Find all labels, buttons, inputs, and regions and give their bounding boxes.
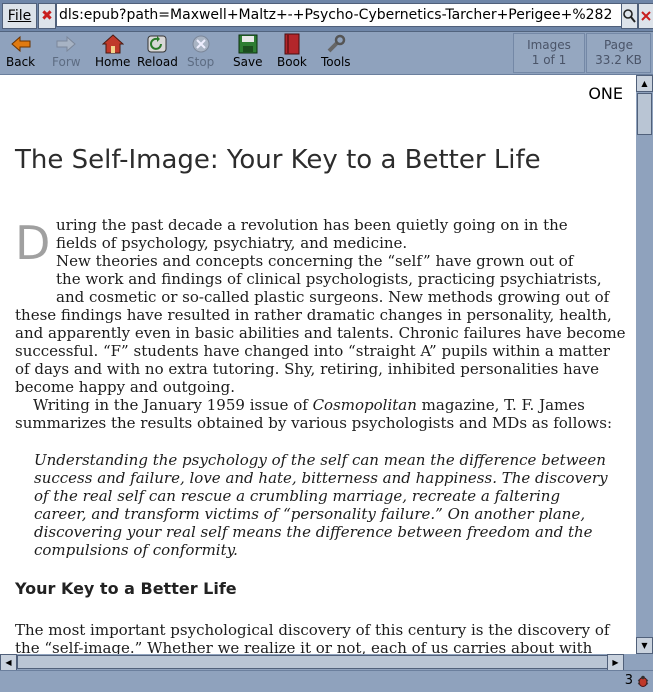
back-arrow-icon (10, 35, 31, 53)
home-button[interactable]: Home (95, 33, 130, 73)
tools-label: Tools (321, 55, 351, 69)
document-view[interactable]: ONE The Self-Image: Your Key to a Better… (0, 75, 636, 669)
back-button[interactable]: Back (6, 33, 35, 73)
scroll-up-button[interactable]: ▲ (636, 75, 653, 92)
home-label: Home (95, 55, 131, 69)
save-disk-icon (238, 34, 258, 54)
images-info-label: Images (527, 38, 571, 52)
paragraph-line: and cosmetic or so-called plastic surgeo… (56, 288, 610, 306)
book-icon (284, 33, 300, 55)
paragraph-line: the work and findings of clinical psycho… (56, 270, 602, 288)
scroll-down-button[interactable]: ▼ (636, 637, 653, 654)
scroll-left-button[interactable]: ◀ (0, 654, 17, 671)
block-quote: Understanding the psychology of the self… (34, 451, 608, 559)
search-icon (623, 9, 636, 23)
page-size-label: Page (603, 38, 634, 52)
book-label: Book (277, 55, 307, 69)
file-menu-label: File (7, 8, 32, 24)
url-bar: File ✖ dls:epub?path=Maxwell+Maltz+-+Psy… (0, 0, 653, 32)
home-icon (101, 34, 124, 54)
status-bar: 3 (0, 670, 653, 692)
section-heading: Your Key to a Better Life (15, 579, 237, 598)
url-input[interactable]: dls:epub?path=Maxwell+Maltz+-+Psycho-Cyb… (56, 3, 623, 27)
stop-label: Stop (187, 55, 215, 69)
images-info: Images 1 of 1 (513, 33, 585, 73)
forward-arrow-icon (56, 35, 77, 53)
page-title: The Self-Image: Your Key to a Better Lif… (15, 145, 541, 175)
forward-button[interactable]: Forw (52, 33, 81, 73)
images-info-value: 1 of 1 (531, 53, 567, 67)
toolbar: Back Forw Home Reload Stop Save Book Too… (0, 32, 653, 75)
paragraph: Writing in the January 1959 issue of Cos… (15, 396, 627, 432)
drop-cap: D (15, 216, 51, 270)
save-label: Save (233, 55, 263, 69)
paragraph-text: Writing in the January 1959 issue of (33, 396, 313, 414)
vertical-scroll-thumb[interactable] (637, 93, 652, 135)
bug-icon[interactable] (637, 675, 649, 687)
stop-button[interactable]: Stop (187, 33, 214, 73)
clear-url-button[interactable]: ✖ (38, 3, 56, 29)
vertical-scrollbar[interactable]: ▲ ▼ (636, 75, 653, 669)
paragraph: these findings have resulted in rather d… (15, 306, 626, 396)
horizontal-scrollbar[interactable]: ◀ ▶ (0, 654, 636, 671)
tools-wrench-icon (327, 34, 346, 53)
paragraph-line: fields of psychology, psychiatry, and me… (56, 234, 408, 252)
page-size-value: 33.2 KB (595, 53, 642, 67)
close-button[interactable] (638, 3, 653, 29)
reload-icon (147, 35, 167, 53)
reload-button[interactable]: Reload (137, 33, 178, 73)
paragraph-line: New theories and concepts concerning the… (56, 252, 574, 270)
scroll-right-button[interactable]: ▶ (607, 654, 624, 671)
horizontal-scroll-thumb[interactable] (17, 655, 609, 669)
paragraph: The most important psychological discove… (15, 621, 610, 657)
save-button[interactable]: Save (233, 33, 262, 73)
file-menu[interactable]: File (2, 3, 37, 29)
back-label: Back (6, 55, 36, 69)
chapter-number: ONE (588, 84, 623, 103)
close-icon (641, 11, 651, 21)
book-button[interactable]: Book (277, 33, 307, 73)
intro-paragraphs: D uring the past decade a revolution has… (15, 216, 627, 432)
forward-label: Forw (52, 55, 81, 69)
search-button[interactable] (621, 3, 638, 29)
stop-icon (192, 35, 210, 53)
paragraph-line: uring the past decade a revolution has b… (56, 216, 568, 234)
page-size-info: Page 33.2 KB (586, 33, 651, 73)
magazine-title: Cosmopolitan (312, 396, 417, 414)
reload-label: Reload (137, 55, 178, 69)
status-count: 3 (624, 673, 633, 688)
tools-button[interactable]: Tools (321, 33, 351, 73)
